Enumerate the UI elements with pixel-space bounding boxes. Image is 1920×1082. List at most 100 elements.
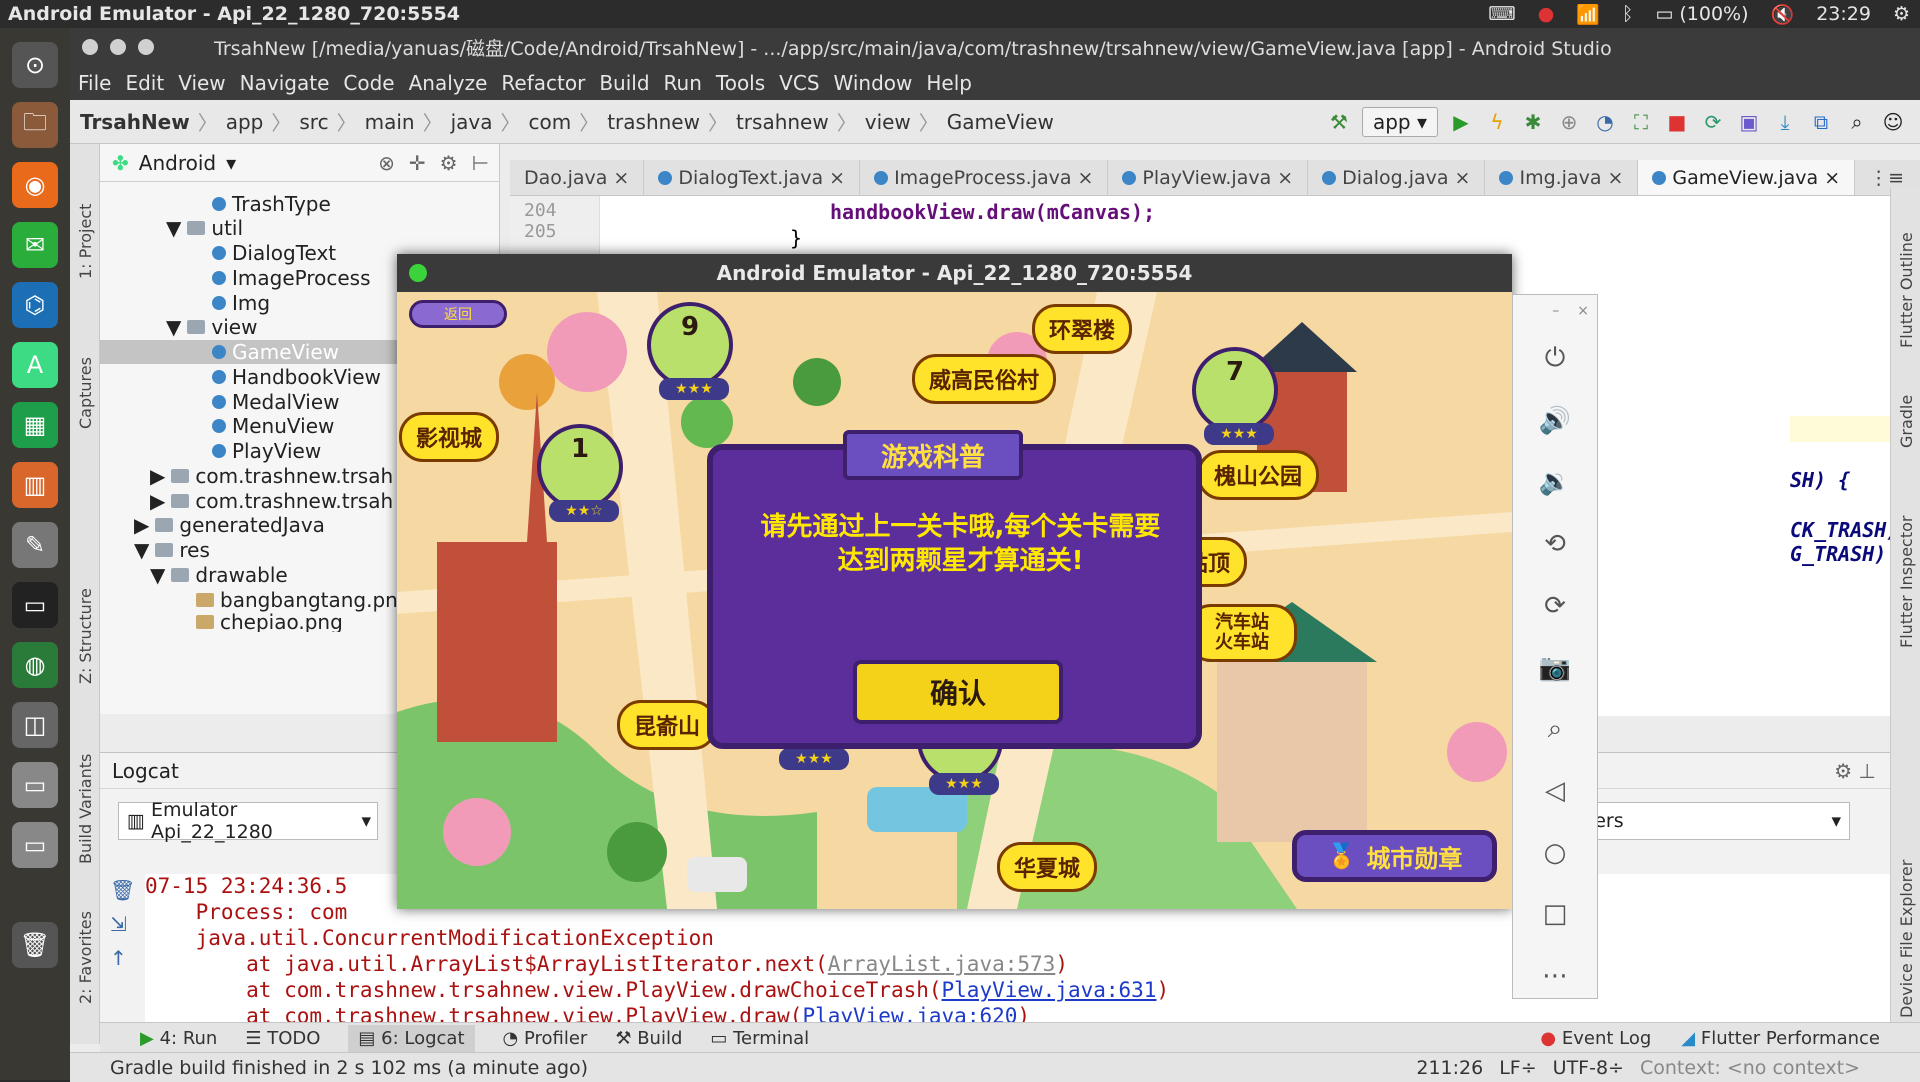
stack-trace-link[interactable]: PlayView.java:631 — [942, 978, 1157, 1002]
files-drive-icon[interactable]: ◫ — [12, 702, 58, 748]
power-icon[interactable]: ⏻ — [1533, 337, 1577, 381]
breadcrumb-project[interactable]: TrsahNew — [80, 110, 190, 134]
camera-icon[interactable]: 📷 — [1533, 646, 1577, 690]
tab-playview[interactable]: PlayView.java × — [1108, 160, 1309, 195]
back-button[interactable]: 返回 — [409, 300, 507, 328]
event-log-tab[interactable]: ● Event Log — [1540, 1028, 1651, 1049]
breadcrumb-java[interactable]: java — [451, 110, 493, 134]
tree-item[interactable]: MenuView — [212, 414, 334, 438]
user-icon[interactable]: ☺ — [1880, 109, 1906, 135]
panel-settings-gear-icon[interactable]: ⚙ — [440, 151, 458, 175]
sync-gradle-icon[interactable]: ⟳ — [1700, 109, 1726, 135]
search-icon[interactable]: ⌕ — [1844, 109, 1870, 135]
wifi-icon[interactable]: 📶 — [1576, 3, 1600, 26]
level-marker-1[interactable]: 1 ★★☆ — [537, 424, 623, 522]
tree-item[interactable]: ▶ com.trashnew.trsah — [150, 464, 393, 488]
zoom-icon[interactable]: ⌕ — [1533, 707, 1577, 751]
breadcrumb-trashnew[interactable]: trashnew — [607, 110, 700, 134]
close-icon[interactable]: × — [1608, 167, 1624, 189]
flutter-inspector-tab[interactable]: Flutter Inspector — [1897, 516, 1916, 648]
run-config-select[interactable]: app ▾ — [1361, 106, 1438, 137]
close-emulator-icon[interactable]: × — [1577, 303, 1589, 319]
todo-tool-tab[interactable]: ☰ TODO — [245, 1028, 320, 1049]
back-triangle-icon[interactable]: ◁ — [1533, 769, 1577, 813]
menu-window[interactable]: Window — [834, 71, 913, 95]
tab-dialog[interactable]: Dialog.java × — [1308, 160, 1486, 195]
clock[interactable]: 23:29 — [1816, 3, 1871, 25]
place-label[interactable]: 华夏城 — [997, 842, 1098, 892]
apply-changes-icon[interactable]: ϟ — [1484, 109, 1510, 135]
game-screen[interactable]: 返回 9★★★ 1★★☆ 7★★★ 6★★★ 4★★★ ★★★ 环翠楼 威高民俗… — [397, 292, 1512, 909]
breadcrumb-gameview[interactable]: GameView — [947, 110, 1054, 134]
gradle-tab[interactable]: Gradle — [1897, 395, 1916, 448]
hide-panel-icon[interactable]: ⊢ — [472, 151, 489, 175]
tab-img[interactable]: Img.java × — [1485, 160, 1639, 195]
file-encoding[interactable]: UTF-8÷ — [1553, 1057, 1624, 1079]
breadcrumb-trsahnew[interactable]: trsahnew — [736, 110, 829, 134]
more-options-icon[interactable]: ⋯ — [1533, 954, 1577, 998]
rotate-right-icon[interactable]: ⟳ — [1533, 584, 1577, 628]
run-tool-tab[interactable]: ▶ 4: Run — [140, 1028, 217, 1049]
close-icon[interactable]: × — [1455, 167, 1471, 189]
menu-file[interactable]: File — [78, 71, 111, 95]
menu-code[interactable]: Code — [343, 71, 394, 95]
close-icon[interactable]: × — [1277, 167, 1293, 189]
libreoffice-calc-icon[interactable]: ▦ — [12, 402, 58, 448]
text-editor-icon[interactable]: ✎ — [12, 522, 58, 568]
breadcrumb-src[interactable]: src — [299, 110, 328, 134]
notification-icon[interactable]: ● — [1538, 3, 1555, 25]
tree-item[interactable]: DialogText — [212, 241, 336, 265]
tab-gameview[interactable]: GameView.java × — [1638, 160, 1856, 195]
avd-manager-icon[interactable]: ▣ — [1736, 109, 1762, 135]
place-label[interactable]: 汽车站 火车站 — [1187, 604, 1297, 662]
flutter-outline-tab[interactable]: Flutter Outline — [1897, 232, 1916, 348]
tree-item[interactable]: chepiao.png — [196, 612, 343, 632]
logcat-tool-tab[interactable]: ▤ 6: Logcat — [348, 1025, 475, 1052]
coverage-icon[interactable]: ⛶ — [1628, 109, 1654, 135]
firefox-icon[interactable]: ◉ — [12, 162, 58, 208]
home-circle-icon[interactable]: ○ — [1533, 831, 1577, 875]
tab-dao[interactable]: Dao.java × — [510, 160, 645, 195]
menu-refactor[interactable]: Refactor — [501, 71, 585, 95]
tree-item[interactable]: ImageProcess — [212, 266, 371, 290]
favorites-tool-tab[interactable]: 2: Favorites — [76, 911, 95, 1004]
tree-item[interactable]: ▼ drawable — [150, 563, 288, 587]
clear-log-trash-icon[interactable]: 🗑 — [110, 878, 138, 902]
structure-tool-tab[interactable]: Z: Structure — [76, 588, 95, 684]
maximize-window-button[interactable] — [138, 39, 154, 55]
menu-navigate[interactable]: Navigate — [240, 71, 330, 95]
rotate-left-icon[interactable]: ⟲ — [1533, 522, 1577, 566]
menu-analyze[interactable]: Analyze — [409, 71, 488, 95]
libreoffice-impress-icon[interactable]: ▥ — [12, 462, 58, 508]
tree-item[interactable]: HandbookView — [212, 365, 381, 389]
profiler-tool-tab[interactable]: ◔ Profiler — [503, 1028, 588, 1049]
collapse-icon[interactable]: ⊗ — [378, 151, 395, 175]
tree-item[interactable]: ▶ generatedJava — [134, 513, 325, 537]
project-tool-tab[interactable]: 1: Project — [76, 204, 95, 279]
place-label[interactable]: 环翠楼 — [1032, 304, 1133, 354]
caret-position[interactable]: 211:26 — [1416, 1057, 1483, 1079]
android-studio-icon[interactable]: A — [12, 342, 58, 388]
battery-icon[interactable]: ▭ (100%) — [1655, 3, 1748, 25]
menu-tools[interactable]: Tools — [716, 71, 765, 95]
drive-icon[interactable]: ▭ — [12, 762, 58, 808]
terminal-tool-tab[interactable]: ▭ Terminal — [710, 1028, 809, 1049]
context-indicator[interactable]: Context: <no context> — [1640, 1057, 1860, 1079]
close-icon[interactable]: × — [1078, 167, 1094, 189]
tree-item[interactable]: PlayView — [212, 439, 321, 463]
tab-imageprocess[interactable]: ImageProcess.java × — [860, 160, 1109, 195]
volume-muted-icon[interactable]: 🔇 — [1771, 3, 1795, 26]
close-window-button[interactable] — [82, 39, 98, 55]
place-label[interactable]: 昆嵛山 — [617, 700, 718, 750]
line-separator[interactable]: LF÷ — [1499, 1057, 1536, 1079]
flutter-performance-tab[interactable]: ◢ Flutter Performance — [1681, 1028, 1880, 1049]
scroll-to-end-icon[interactable]: ⇲ — [110, 912, 138, 936]
place-label[interactable]: 威高民俗村 — [912, 354, 1057, 404]
place-label[interactable]: 槐山公园 — [1197, 450, 1320, 500]
dash-home-icon[interactable]: ⊙ — [12, 42, 58, 88]
build-tool-tab[interactable]: ⚒ Build — [615, 1028, 682, 1049]
up-arrow-icon[interactable]: ↑ — [110, 946, 138, 970]
menu-edit[interactable]: Edit — [125, 71, 164, 95]
breadcrumb-app[interactable]: app — [226, 110, 264, 134]
emulator-close-button[interactable] — [409, 264, 427, 282]
